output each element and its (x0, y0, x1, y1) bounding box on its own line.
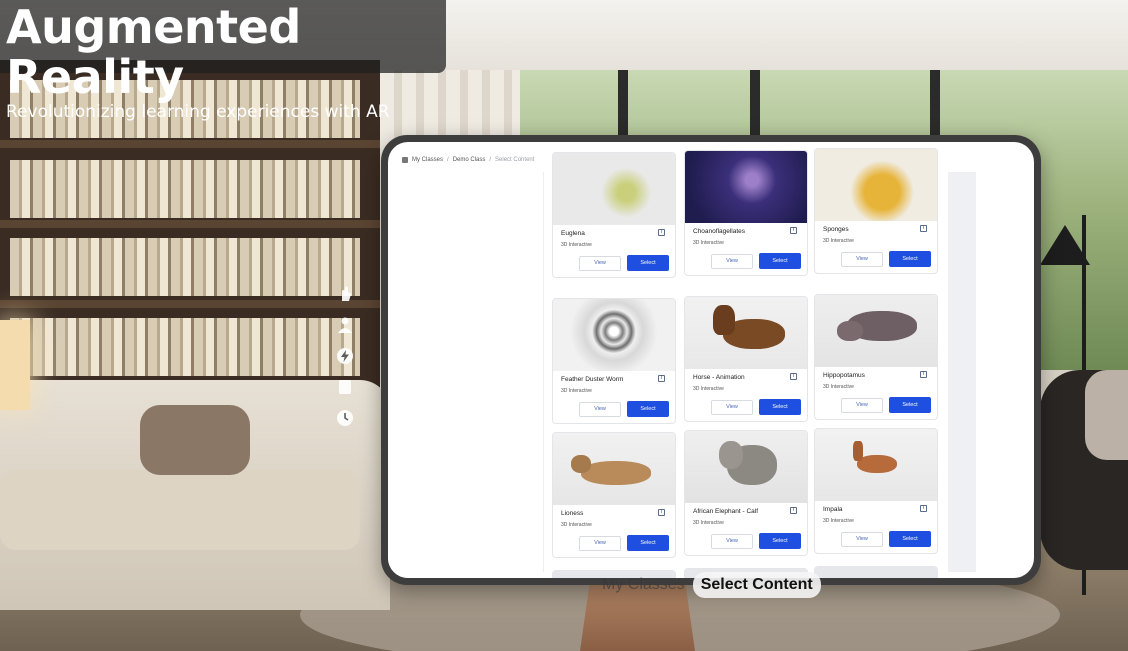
select-button[interactable]: Select (627, 535, 669, 551)
breadcrumb-my-classes[interactable]: My Classes (412, 157, 443, 163)
content-card: Choanoflagellates 3D Interactive i View … (684, 150, 808, 276)
content-card: African Elephant - Calf 3D Interactive i… (684, 430, 808, 556)
card-type: 3D Interactive (561, 522, 592, 528)
view-button[interactable]: View (579, 402, 621, 417)
breadcrumb-demo-class[interactable]: Demo Class (453, 157, 486, 163)
person-icon[interactable] (336, 316, 354, 334)
content-card: Feather Duster Worm 3D Interactive i Vie… (552, 298, 676, 424)
bottom-nav: My Classes Select Content (590, 564, 840, 606)
nav-my-classes[interactable]: My Classes (602, 576, 685, 594)
model-thumbnail[interactable] (685, 431, 807, 503)
model-thumbnail[interactable] (815, 295, 937, 367)
breadcrumb-separator: / (489, 157, 492, 163)
card-type: 3D Interactive (823, 518, 854, 524)
model-thumbnail[interactable] (553, 153, 675, 225)
select-button[interactable]: Select (759, 399, 801, 415)
view-button[interactable]: View (711, 534, 753, 549)
content-card: Horse - Animation 3D Interactive i View … (684, 296, 808, 422)
card-title: Euglena (561, 230, 585, 237)
breadcrumb-separator: / (447, 157, 449, 163)
view-button[interactable]: View (579, 256, 621, 271)
card-title: Feather Duster Worm (561, 376, 624, 383)
title-overlay: Augmented Reality Revolutionizing learni… (0, 0, 446, 122)
sofa-seat (0, 470, 360, 550)
select-button[interactable]: Select (627, 255, 669, 271)
view-button[interactable]: View (711, 254, 753, 269)
content-card: Impala 3D Interactive i View Select (814, 428, 938, 554)
card-type: 3D Interactive (561, 388, 592, 394)
info-icon[interactable]: i (658, 375, 665, 382)
info-icon[interactable]: i (658, 509, 665, 516)
tablet-screen: My Classes / Demo Class / Select Content… (388, 142, 1034, 578)
table-lamp (0, 320, 30, 410)
video-subtitle: Revolutionizing learning experiences wit… (6, 102, 390, 122)
select-button[interactable]: Select (889, 397, 931, 413)
info-icon[interactable]: i (790, 373, 797, 380)
model-thumbnail[interactable] (553, 433, 675, 505)
chair-cushion (1085, 370, 1128, 460)
ar-side-toolbar (334, 285, 356, 435)
select-button[interactable]: Select (889, 251, 931, 267)
card-title: Hippopotamus (823, 372, 865, 379)
content-card: Hippopotamus 3D Interactive i View Selec… (814, 294, 938, 420)
select-button[interactable]: Select (627, 401, 669, 417)
card-type: 3D Interactive (561, 242, 592, 248)
view-button[interactable]: View (841, 532, 883, 547)
pillow (140, 405, 250, 475)
card-title: African Elephant - Calf (693, 508, 759, 515)
select-button[interactable]: Select (759, 533, 801, 549)
breadcrumb: My Classes / Demo Class / Select Content (402, 157, 534, 163)
card-title: Choanoflagellates (693, 228, 746, 235)
model-thumbnail[interactable] (685, 151, 807, 223)
document-icon[interactable] (336, 378, 354, 396)
content-grid: Euglena 3D Interactive i View Select Cho… (548, 148, 948, 578)
model-thumbnail[interactable] (815, 149, 937, 221)
view-button[interactable]: View (841, 252, 883, 267)
card-type: 3D Interactive (693, 520, 724, 526)
model-thumbnail[interactable] (685, 297, 807, 369)
select-button[interactable]: Select (889, 531, 931, 547)
info-icon[interactable]: i (920, 225, 927, 232)
scrollbar[interactable] (948, 172, 976, 572)
info-icon[interactable]: i (658, 229, 665, 236)
divider (543, 172, 544, 572)
content-card: Lioness 3D Interactive i View Select (552, 432, 676, 558)
clock-icon[interactable] (336, 409, 354, 427)
left-pane (388, 172, 538, 578)
card-title: Horse - Animation (693, 374, 745, 381)
model-thumbnail[interactable] (553, 299, 675, 371)
hand-icon[interactable] (336, 285, 354, 303)
card-type: 3D Interactive (693, 386, 724, 392)
content-card: Euglena 3D Interactive i View Select (552, 152, 676, 278)
view-button[interactable]: View (841, 398, 883, 413)
info-icon[interactable]: i (920, 371, 927, 378)
info-icon[interactable]: i (790, 227, 797, 234)
floor-lamp-shade (1040, 225, 1090, 265)
tablet-frame: My Classes / Demo Class / Select Content… (381, 135, 1041, 585)
home-icon[interactable] (402, 157, 408, 163)
card-title: Sponges (823, 226, 849, 233)
card-title: Impala (823, 506, 843, 513)
info-icon[interactable]: i (920, 505, 927, 512)
view-button[interactable]: View (711, 400, 753, 415)
breadcrumb-current: Select Content (495, 157, 535, 163)
select-button[interactable]: Select (759, 253, 801, 269)
card-type: 3D Interactive (693, 240, 724, 246)
video-title: Augmented Reality (6, 0, 301, 104)
info-icon[interactable]: i (790, 507, 797, 514)
card-type: 3D Interactive (823, 384, 854, 390)
card-type: 3D Interactive (823, 238, 854, 244)
lightning-icon[interactable] (336, 347, 354, 365)
nav-select-content[interactable]: Select Content (692, 572, 821, 598)
view-button[interactable]: View (579, 536, 621, 551)
card-title: Lioness (561, 510, 584, 517)
model-thumbnail[interactable] (815, 429, 937, 501)
content-card: Sponges 3D Interactive i View Select (814, 148, 938, 274)
